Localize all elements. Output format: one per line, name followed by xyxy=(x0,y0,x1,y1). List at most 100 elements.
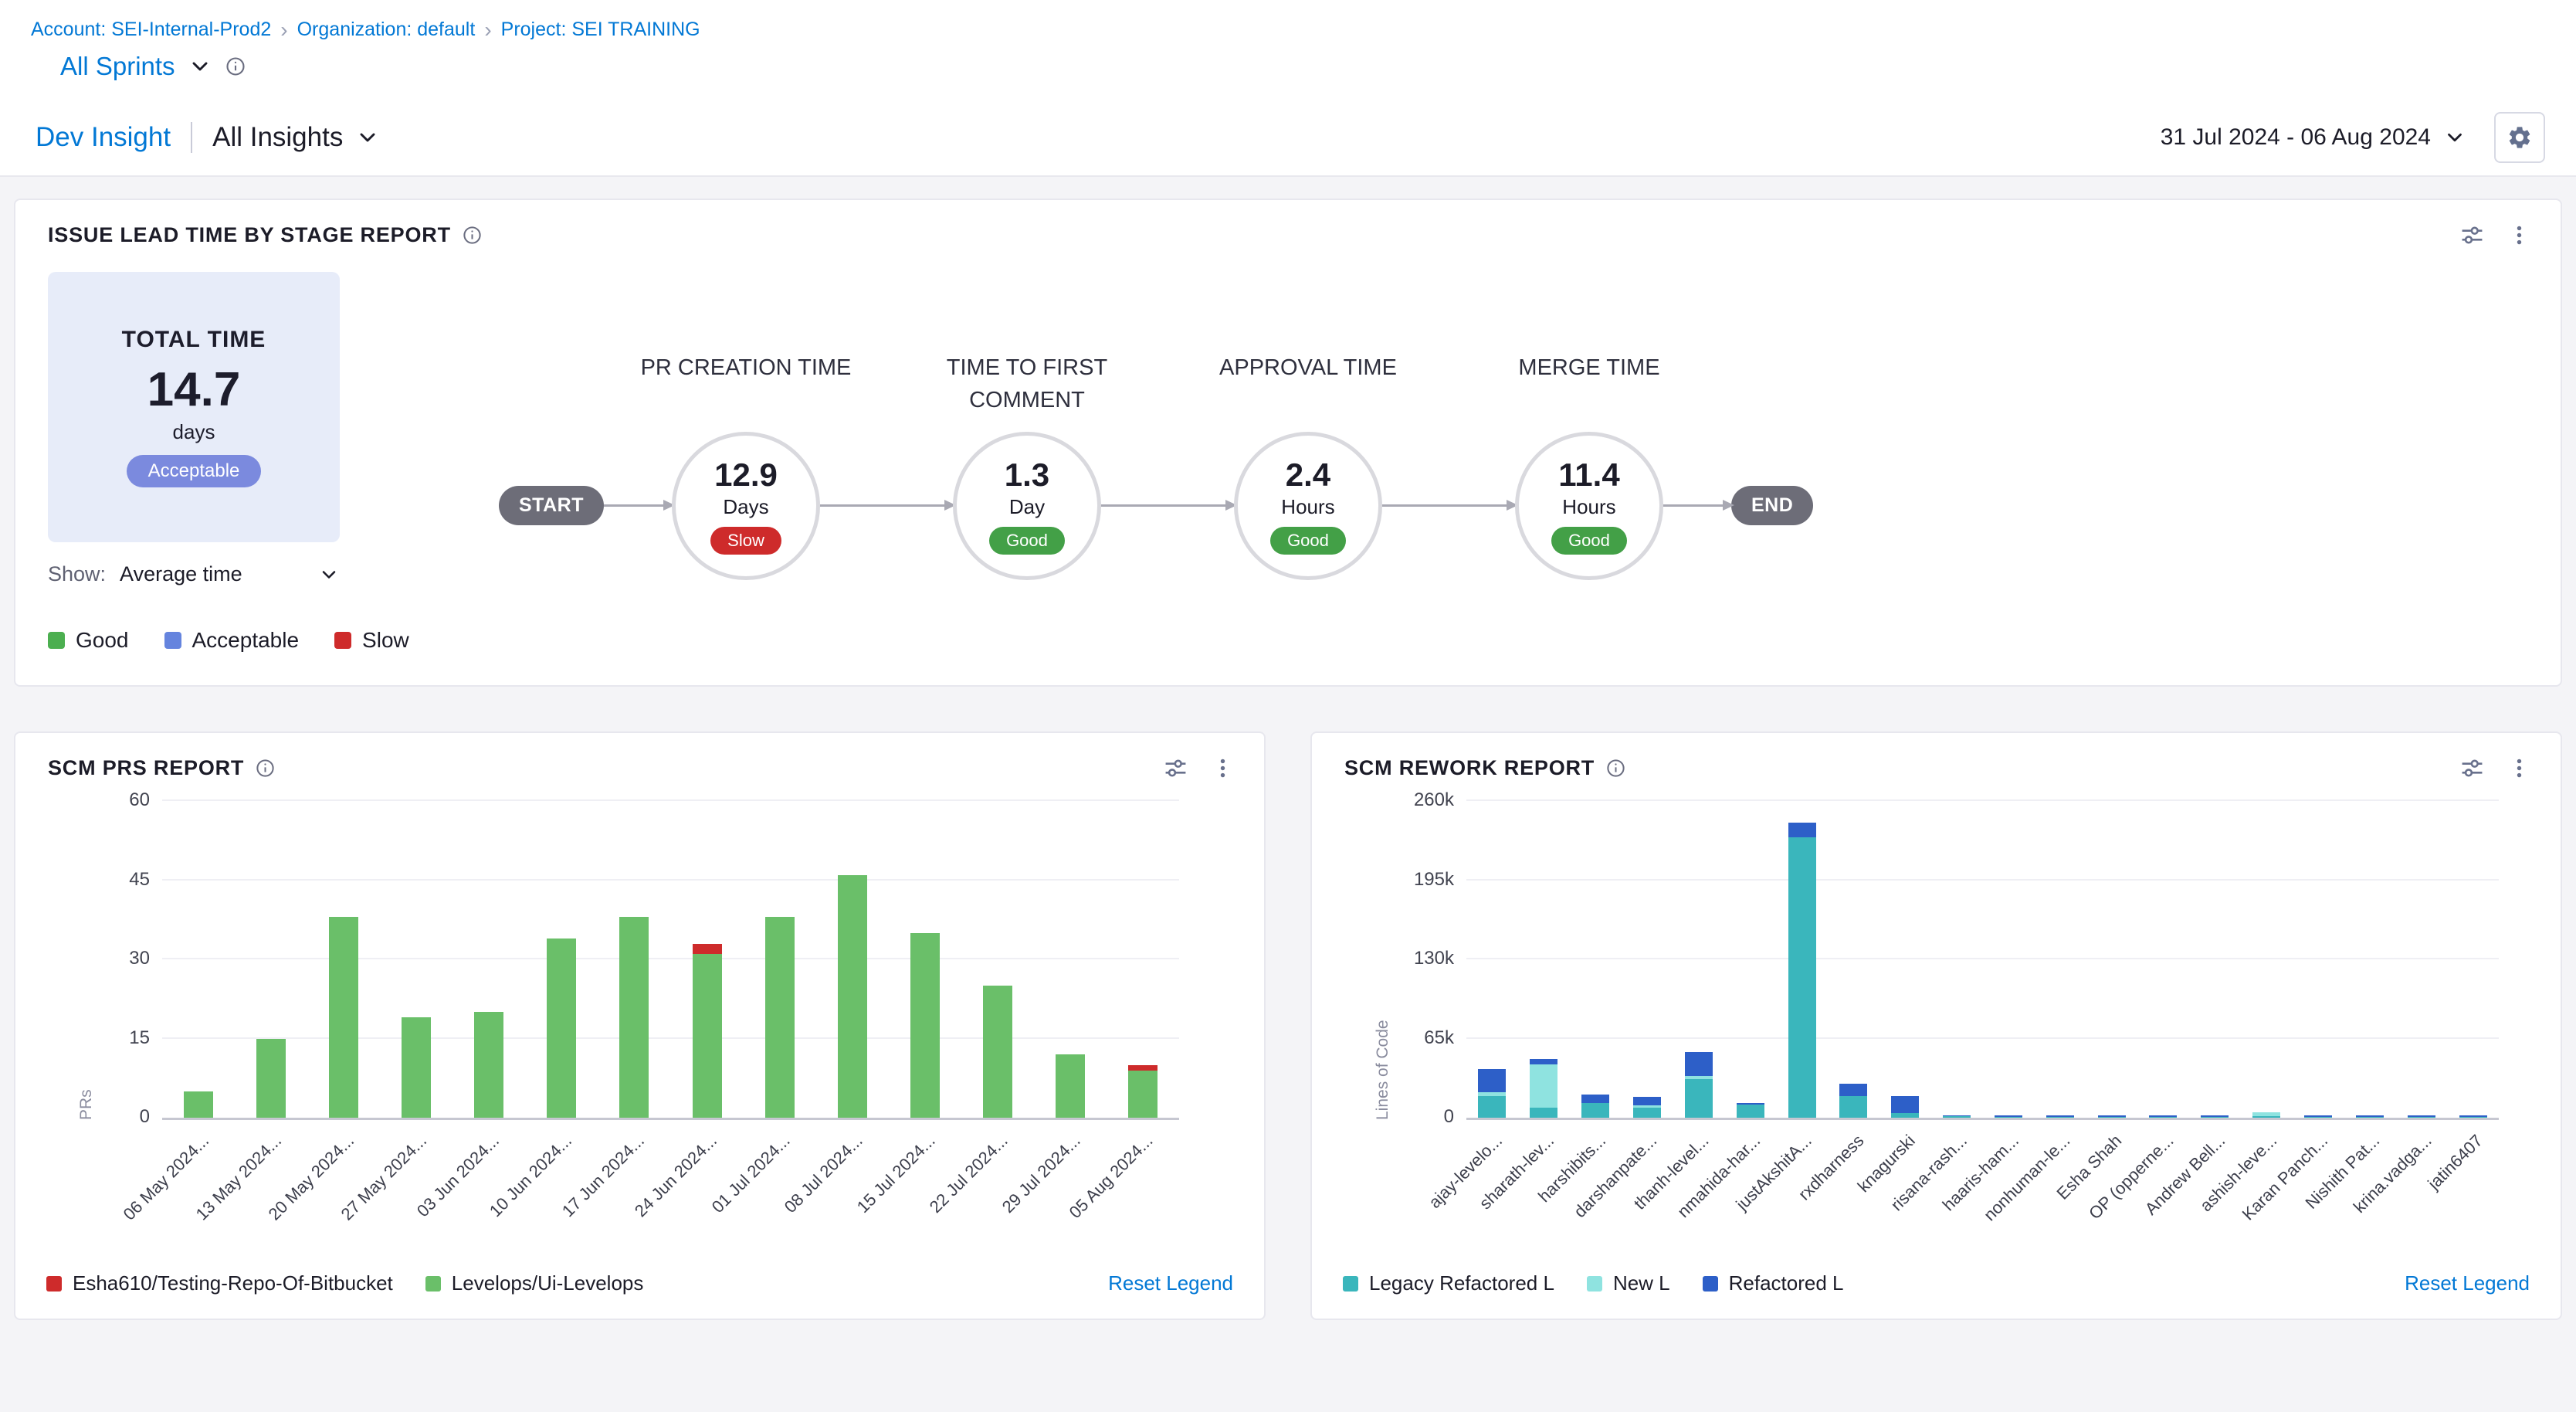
legend-item[interactable]: Levelops/Ui-Levelops xyxy=(425,1271,644,1295)
bar-segment[interactable] xyxy=(2149,1115,2177,1116)
bar-segment[interactable] xyxy=(1530,1059,1557,1064)
bar-segment[interactable] xyxy=(1581,1095,1609,1103)
stage-circle[interactable]: 12.9DaysSlow xyxy=(672,432,820,580)
info-icon[interactable] xyxy=(462,225,483,246)
lead-time-stage[interactable]: TIME TO FIRST COMMENT1.3DayGood xyxy=(953,432,1101,580)
bar-segment[interactable] xyxy=(2149,1117,2177,1118)
legend-item[interactable]: Good xyxy=(48,628,129,653)
sprint-selector-label[interactable]: All Sprints xyxy=(60,52,175,81)
stage-circle[interactable]: 11.4HoursGood xyxy=(1515,432,1663,580)
bar-segment[interactable] xyxy=(474,1012,503,1118)
show-metric-select[interactable]: Show: Average time xyxy=(48,562,340,586)
info-icon[interactable] xyxy=(255,758,276,779)
bar-segment[interactable] xyxy=(402,1017,431,1118)
chevron-down-icon[interactable] xyxy=(318,564,340,586)
info-icon[interactable] xyxy=(225,56,246,77)
chevron-down-icon[interactable] xyxy=(2443,126,2466,149)
bar-segment[interactable] xyxy=(1530,1108,1557,1118)
bar-segment[interactable] xyxy=(2201,1115,2229,1116)
bar-segment[interactable] xyxy=(1633,1097,1661,1105)
bar-segment[interactable] xyxy=(2459,1117,2487,1118)
bar-segment[interactable] xyxy=(1788,823,1816,837)
stage-circle[interactable]: 1.3DayGood xyxy=(953,432,1101,580)
bar-segment[interactable] xyxy=(2046,1117,2074,1118)
bar-segment[interactable] xyxy=(2356,1115,2384,1116)
bar-segment[interactable] xyxy=(983,986,1012,1118)
bar-segment[interactable] xyxy=(2252,1112,2280,1117)
insight-selector[interactable]: All Insights xyxy=(212,122,343,153)
bar-segment[interactable] xyxy=(2252,1116,2280,1118)
bar-segment[interactable] xyxy=(838,875,867,1118)
bar-segment[interactable] xyxy=(2304,1117,2332,1118)
legend-item[interactable]: Slow xyxy=(334,628,409,653)
chevron-down-icon[interactable] xyxy=(188,54,212,79)
bar-segment[interactable] xyxy=(2408,1117,2435,1118)
show-value[interactable]: Average time xyxy=(120,562,242,586)
bar-segment[interactable] xyxy=(1788,837,1816,1118)
bar-segment[interactable] xyxy=(184,1091,213,1118)
bar-segment[interactable] xyxy=(1839,1096,1867,1118)
bar-segment[interactable] xyxy=(256,1039,286,1118)
chevron-down-icon[interactable] xyxy=(355,125,380,150)
stage-circle[interactable]: 2.4HoursGood xyxy=(1234,432,1382,580)
legend-item[interactable]: Esha610/Testing-Repo-Of-Bitbucket xyxy=(46,1271,393,1295)
bar-segment[interactable] xyxy=(1633,1108,1661,1118)
settings-button[interactable] xyxy=(2494,112,2545,163)
bar-segment[interactable] xyxy=(547,939,576,1118)
bar-segment[interactable] xyxy=(1737,1105,1764,1118)
sliders-icon[interactable] xyxy=(1164,756,1188,780)
bar-segment[interactable] xyxy=(2459,1115,2487,1116)
bar-segment[interactable] xyxy=(1056,1054,1085,1118)
bar-segment[interactable] xyxy=(2304,1115,2332,1116)
legend-item[interactable]: Legacy Refactored L xyxy=(1343,1271,1554,1295)
kebab-menu-icon[interactable] xyxy=(2507,223,2531,247)
lead-time-stage[interactable]: MERGE TIME11.4HoursGood xyxy=(1515,432,1663,580)
bar-segment[interactable] xyxy=(1530,1064,1557,1108)
bar-segment[interactable] xyxy=(765,917,795,1118)
kebab-menu-icon[interactable] xyxy=(1211,756,1235,780)
reset-legend-link[interactable]: Reset Legend xyxy=(1108,1271,1233,1295)
sliders-icon[interactable] xyxy=(2460,223,2484,247)
insight-name[interactable]: Dev Insight xyxy=(36,122,171,153)
bar-segment[interactable] xyxy=(1478,1096,1506,1118)
bar-segment[interactable] xyxy=(1995,1117,2022,1118)
bar-segment[interactable] xyxy=(693,944,722,955)
bar-segment[interactable] xyxy=(1581,1103,1609,1118)
bar-segment[interactable] xyxy=(2098,1115,2126,1116)
bar-segment[interactable] xyxy=(1995,1115,2022,1116)
reset-legend-link[interactable]: Reset Legend xyxy=(2405,1271,2530,1295)
bar-segment[interactable] xyxy=(2408,1115,2435,1116)
bar-segment[interactable] xyxy=(1478,1092,1506,1096)
lead-time-stage[interactable]: PR CREATION TIME12.9DaysSlow xyxy=(672,432,820,580)
lead-time-stage[interactable]: APPROVAL TIME2.4HoursGood xyxy=(1234,432,1382,580)
bar-segment[interactable] xyxy=(1737,1103,1764,1105)
bar-segment[interactable] xyxy=(2356,1117,2384,1118)
bar-segment[interactable] xyxy=(1943,1115,1971,1117)
bar-segment[interactable] xyxy=(1633,1105,1661,1108)
bar-segment[interactable] xyxy=(1128,1065,1158,1071)
bar-segment[interactable] xyxy=(329,917,358,1118)
legend-item[interactable]: New L xyxy=(1587,1271,1670,1295)
breadcrumb-organization[interactable]: Organization: default xyxy=(297,19,476,41)
bar-segment[interactable] xyxy=(619,917,649,1118)
legend-item[interactable]: Refactored L xyxy=(1703,1271,1844,1295)
bar-segment[interactable] xyxy=(1839,1084,1867,1096)
bar-segment[interactable] xyxy=(910,933,940,1118)
bar-segment[interactable] xyxy=(693,954,722,1118)
date-range-picker[interactable]: 31 Jul 2024 - 06 Aug 2024 xyxy=(2161,124,2466,151)
bar-segment[interactable] xyxy=(2201,1117,2229,1118)
date-range-label[interactable]: 31 Jul 2024 - 06 Aug 2024 xyxy=(2161,124,2431,151)
bar-segment[interactable] xyxy=(1891,1113,1919,1118)
legend-item[interactable]: Acceptable xyxy=(164,628,300,653)
breadcrumb-project[interactable]: Project: SEI TRAINING xyxy=(501,19,700,41)
sprint-selector[interactable]: All Sprints xyxy=(0,41,2576,100)
breadcrumb-account[interactable]: Account: SEI-Internal-Prod2 xyxy=(31,19,271,41)
bar-segment[interactable] xyxy=(1943,1116,1971,1118)
bar-segment[interactable] xyxy=(1891,1096,1919,1113)
bar-segment[interactable] xyxy=(1685,1052,1713,1077)
bar-segment[interactable] xyxy=(1128,1071,1158,1118)
kebab-menu-icon[interactable] xyxy=(2507,756,2531,780)
bar-segment[interactable] xyxy=(2098,1117,2126,1118)
bar-segment[interactable] xyxy=(1685,1079,1713,1118)
bar-segment[interactable] xyxy=(1685,1076,1713,1078)
